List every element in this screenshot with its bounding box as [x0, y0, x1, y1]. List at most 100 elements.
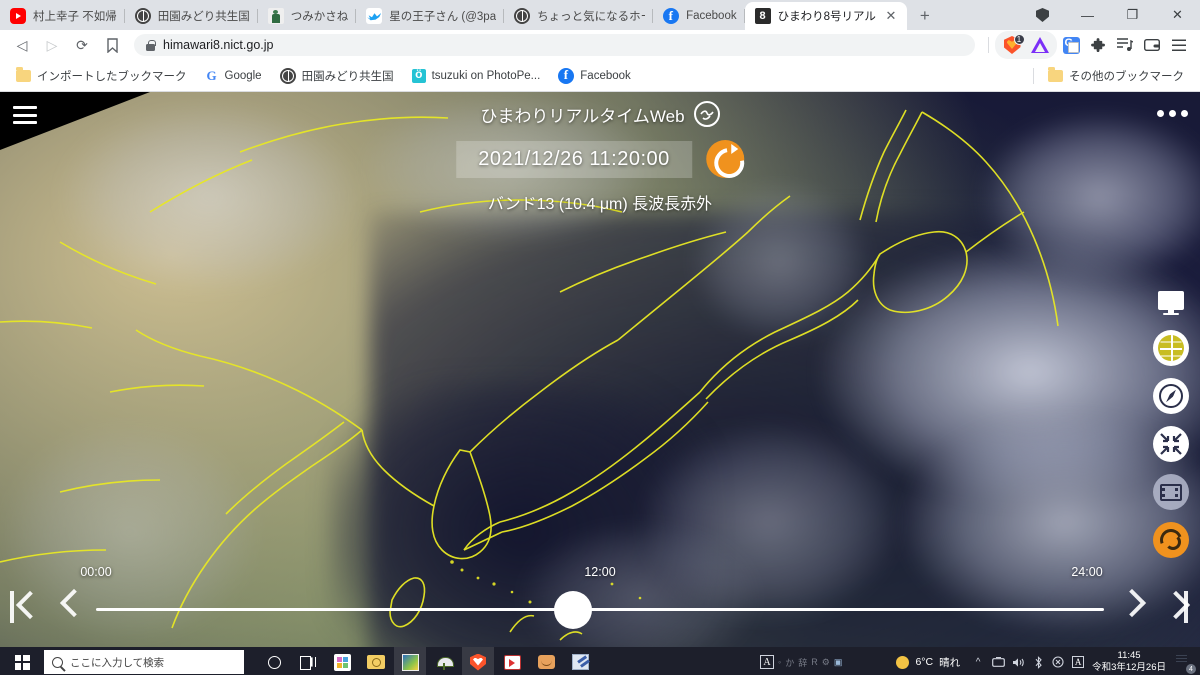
bookmarks-divider [1033, 67, 1034, 84]
browser-tab[interactable]: つみかさね [258, 2, 357, 30]
tray-ime-icon[interactable]: A [1068, 647, 1088, 675]
microsoft-store-icon[interactable] [326, 647, 358, 675]
tab-title: 田園みどり共生国 [157, 11, 250, 23]
tray-expand-icon[interactable]: ^ [968, 647, 988, 675]
cortana-icon[interactable] [258, 647, 290, 675]
browser-tab-active[interactable]: 8 ひまわり8号リアル ✕ [744, 2, 907, 30]
extensions-puzzle-icon[interactable] [1085, 32, 1111, 58]
reload-icon[interactable]: ⟳ [68, 31, 96, 59]
wallet-icon[interactable] [1139, 32, 1165, 58]
bookmark-this-page-icon[interactable] [98, 31, 126, 59]
network-icon[interactable] [988, 647, 1008, 675]
brave-window-icon[interactable] [1020, 0, 1065, 30]
lock-icon [146, 39, 156, 51]
brave-rewards-icon[interactable] [1027, 32, 1053, 58]
task-view-icon[interactable] [292, 647, 324, 675]
bookmark-item[interactable]: Facebook [550, 65, 639, 87]
window-controls: — ❐ ✕ [1020, 0, 1200, 30]
step-next-button[interactable] [1120, 589, 1140, 621]
typhoon-icon[interactable] [1153, 522, 1189, 558]
shrink-view-icon[interactable] [1153, 426, 1189, 462]
himawari-app-viewport[interactable]: ひまわりリアルタイムWeb 2021/12/26 11:20:00 バンド13 … [0, 92, 1200, 647]
tool-rail [1153, 282, 1189, 558]
cat-app-icon[interactable] [530, 647, 562, 675]
brave-shields-icon[interactable]: 1 [999, 32, 1025, 58]
back-icon[interactable]: ◁ [8, 31, 36, 59]
taskbar-clock[interactable]: 11:45 令和3年12月26日 [1092, 650, 1166, 675]
editor-app-icon[interactable] [564, 647, 596, 675]
bookmark-item[interactable]: G Google [197, 66, 270, 86]
maximize-button[interactable]: ❐ [1110, 0, 1155, 30]
globe-view-icon[interactable] [1153, 330, 1189, 366]
ime-panel-icon[interactable]: ▣ [834, 657, 843, 668]
sun-icon [896, 655, 910, 669]
address-bar[interactable]: himawari8.nict.go.jp [134, 34, 975, 56]
tab-title: ちょっと気になるホーム [537, 11, 645, 23]
system-tray: 6°C 晴れ ^ A 11:45 令和3年12月26日 4 [896, 647, 1200, 675]
bookmark-item[interactable]: 田園みどり共生国 [272, 65, 402, 87]
browser-tab[interactable]: 田園みどり共生国 [125, 2, 258, 30]
jump-last-button[interactable] [1164, 589, 1188, 625]
media-playlist-icon[interactable] [1112, 32, 1138, 58]
ime-help-icon[interactable]: R [811, 657, 818, 667]
facebook-icon [663, 8, 680, 24]
shields-badge-count: 1 [1013, 33, 1025, 45]
other-bookmarks-label: その他のブックマーク [1069, 70, 1184, 83]
file-explorer-icon[interactable] [360, 647, 392, 675]
browser-menu-icon[interactable] [1166, 32, 1192, 58]
tab-title: つみかさね [290, 11, 349, 23]
taskbar-search-input[interactable]: ここに入力して検索 [44, 650, 244, 674]
search-placeholder: ここに入力して検索 [70, 656, 165, 669]
browser-tab[interactable]: 村上幸子 不如帰 [0, 2, 125, 30]
browser-tab[interactable]: Facebook [653, 2, 745, 30]
ime-pad-icon[interactable]: か [785, 656, 794, 669]
ime-mode-icon[interactable]: A [760, 655, 774, 669]
forward-icon[interactable]: ▷ [38, 31, 66, 59]
display-mode-icon[interactable] [1153, 282, 1189, 318]
volume-icon[interactable] [1008, 647, 1028, 675]
notification-center-icon[interactable]: 4 [1174, 652, 1196, 674]
google-icon: G [206, 67, 217, 83]
movie-icon[interactable] [1153, 474, 1189, 510]
bookmark-label: tsuzuki on PhotoPe... [431, 69, 541, 82]
ime-tool-icon[interactable]: ◦ [778, 657, 781, 667]
step-prev-button[interactable] [60, 589, 80, 621]
app-title: ひまわりリアルタイムWeb [480, 106, 685, 126]
toolbar-divider [988, 37, 989, 53]
globe-icon [279, 67, 296, 84]
start-button[interactable] [0, 647, 44, 675]
ime-settings-icon[interactable]: ⚙ [822, 657, 830, 668]
bluetooth-icon[interactable] [1028, 647, 1048, 675]
minimize-button[interactable]: — [1065, 0, 1110, 30]
tab-close-icon[interactable]: ✕ [883, 8, 899, 24]
folder-icon [16, 67, 31, 82]
weather-app-icon[interactable] [428, 647, 460, 675]
close-button[interactable]: ✕ [1155, 0, 1200, 30]
timeline-thumb[interactable] [553, 590, 592, 629]
timeline-track[interactable] [96, 590, 1104, 629]
timestamp-display[interactable]: 2021/12/26 11:20:00 [456, 140, 692, 178]
jump-first-button[interactable] [10, 589, 34, 625]
clock-date: 令和3年12月26日 [1092, 662, 1166, 673]
other-bookmarks-button[interactable]: その他のブックマーク [1040, 65, 1192, 87]
compass-icon[interactable] [1153, 378, 1189, 414]
reload-button[interactable] [705, 140, 744, 178]
ime-dict-icon[interactable]: 辞 [798, 656, 807, 669]
facebook-icon [558, 67, 575, 84]
bookmark-item[interactable]: tsuzuki on PhotoPe... [404, 66, 549, 86]
browser-tab[interactable]: ちょっと気になるホーム [504, 2, 654, 30]
sound-app-icon[interactable] [496, 647, 528, 675]
brave-browser-icon[interactable] [462, 647, 494, 675]
bookmark-item[interactable]: インポートしたブックマーク [8, 65, 195, 87]
browser-tab[interactable]: 星の王子さん (@3pa [356, 2, 504, 30]
taskbar-weather[interactable]: 6°C 晴れ [896, 655, 960, 670]
ime-tray-group: A ◦ か 辞 R ⚙ ▣ [760, 647, 842, 675]
browser-tab-strip: 村上幸子 不如帰 田園みどり共生国 つみかさね 星の王子さん (@3pa ちょっ… [0, 0, 1200, 30]
google-translate-icon[interactable]: G [1058, 32, 1084, 58]
timeline-control: 00:00 12:00 24:00 [0, 565, 1200, 635]
new-tab-button[interactable]: + [911, 2, 939, 30]
safely-remove-icon[interactable] [1048, 647, 1068, 675]
browser-navigation-bar: ◁ ▷ ⟳ himawari8.nict.go.jp 1 G [0, 30, 1200, 60]
photo-editor-icon[interactable] [394, 647, 426, 675]
windows-logo-icon [14, 654, 30, 670]
